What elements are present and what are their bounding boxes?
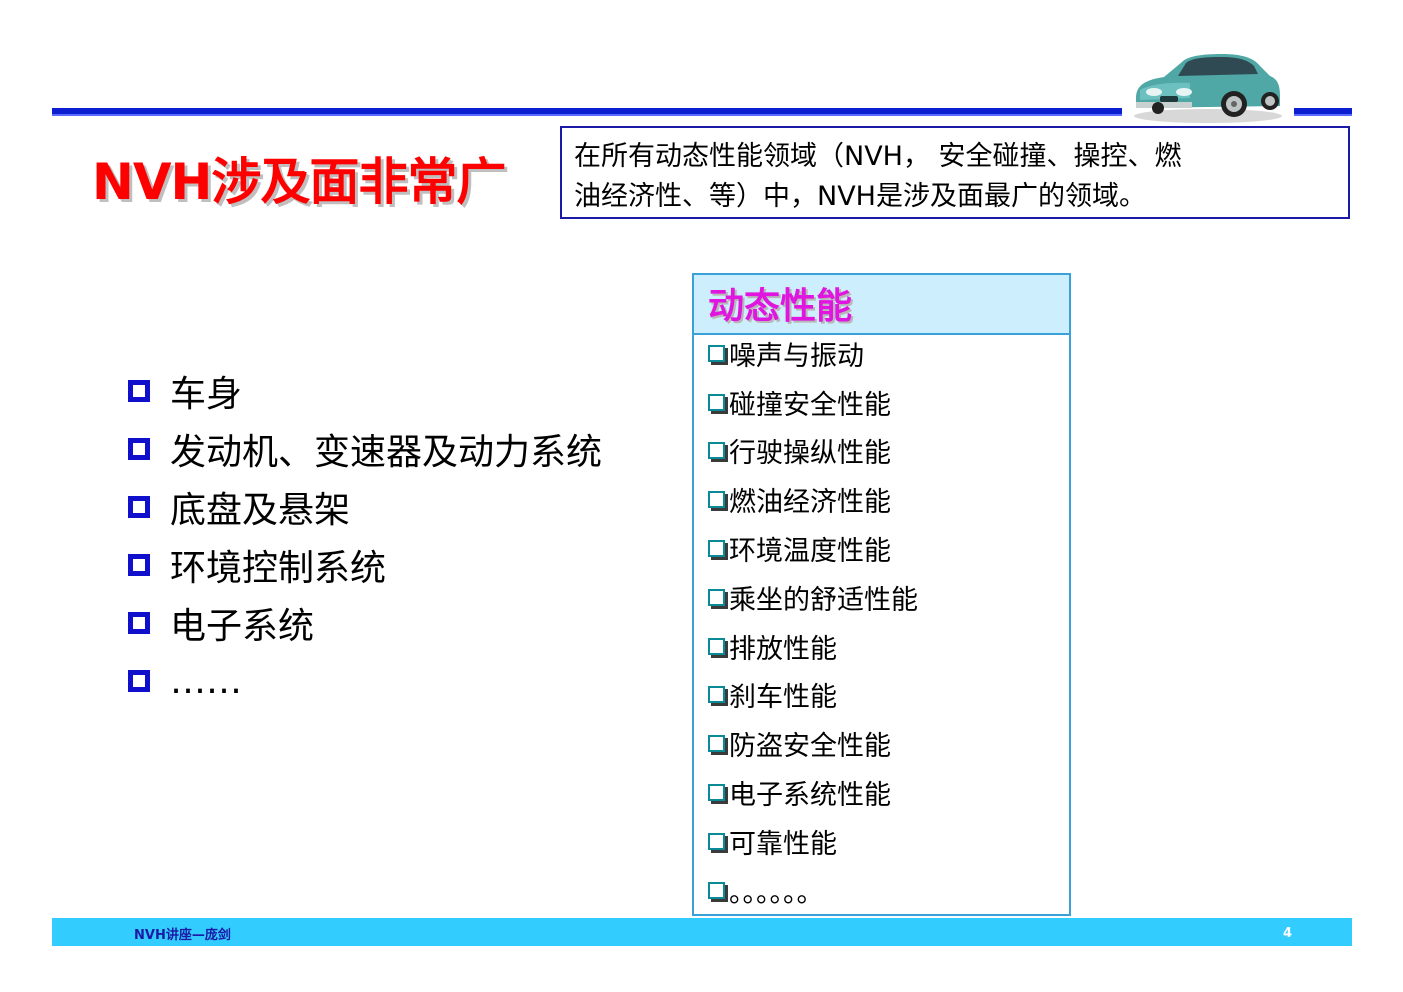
list-item: 发动机、变速器及动力系统 — [128, 420, 602, 478]
panel-list-item: 环境温度性能 — [708, 524, 1069, 573]
list-item: …… — [128, 652, 602, 710]
checkbox-bullet-icon — [708, 881, 725, 899]
list-item: 电子系统 — [128, 594, 602, 652]
car-illustration — [1134, 54, 1282, 123]
checkbox-bullet-icon — [708, 540, 725, 558]
panel-item-label: 环境温度性能 — [729, 536, 891, 568]
panel-list-item: 刹车性能 — [708, 671, 1069, 720]
panel-list-item: 。。。。。。 — [708, 866, 1069, 915]
slide: NVH涉及面非常广 在所有动态性能领域（NVH， 安全碰撞、操控、燃 油经济性、… — [0, 0, 1403, 992]
footer-author: NVH讲座—庞剑 — [134, 928, 231, 943]
checkbox-bullet-icon — [708, 735, 725, 753]
panel-item-label: 刹车性能 — [729, 682, 837, 714]
list-item-label: 车身 — [170, 374, 243, 415]
square-bullet-icon — [128, 380, 150, 402]
callout-line-1: 在所有动态性能领域（NVH， 安全碰撞、操控、燃 — [574, 141, 1182, 172]
square-bullet-icon — [128, 496, 150, 518]
list-item-label: 底盘及悬架 — [170, 490, 351, 531]
callout-line-2: 油经济性、等）中，NVH是涉及面最广的领域。 — [574, 181, 1146, 212]
panel-list-item: 燃油经济性能 — [708, 475, 1069, 524]
panel-list-item: 碰撞安全性能 — [708, 378, 1069, 427]
checkbox-bullet-icon — [708, 686, 725, 704]
panel-item-label: 碰撞安全性能 — [729, 389, 891, 421]
checkbox-bullet-icon — [708, 832, 725, 850]
panel-item-label: 。。。。。。 — [729, 877, 824, 909]
panel-title: 动态性能 — [694, 275, 1069, 335]
panel-item-label: 电子系统性能 — [729, 780, 891, 812]
top-rule-right — [1294, 108, 1352, 116]
dynamic-performance-panel: 动态性能 噪声与振动 碰撞安全性能 行驶操纵性能 燃油经济性能 环境温度性能 乘… — [692, 273, 1071, 916]
panel-item-label: 行驶操纵性能 — [729, 438, 891, 470]
panel-item-label: 可靠性能 — [729, 828, 837, 860]
panel-item-label: 排放性能 — [729, 633, 837, 665]
page-number: 4 — [1282, 926, 1292, 941]
checkbox-bullet-icon — [708, 344, 725, 362]
list-item: 底盘及悬架 — [128, 478, 602, 536]
top-rule-left — [52, 108, 1122, 116]
page-title: NVH涉及面非常广 — [92, 153, 506, 211]
panel-list: 噪声与振动 碰撞安全性能 行驶操纵性能 燃油经济性能 环境温度性能 乘坐的舒适性… — [694, 329, 1069, 915]
panel-list-item: 可靠性能 — [708, 817, 1069, 866]
callout-box: 在所有动态性能领域（NVH， 安全碰撞、操控、燃 油经济性、等）中，NVH是涉及… — [560, 126, 1350, 219]
list-item: 车身 — [128, 362, 602, 420]
list-item-label: 电子系统 — [170, 606, 315, 647]
panel-item-label: 防盗安全性能 — [729, 731, 891, 763]
square-bullet-icon — [128, 670, 150, 692]
checkbox-bullet-icon — [708, 491, 725, 509]
checkbox-bullet-icon — [708, 393, 725, 411]
panel-item-label: 燃油经济性能 — [729, 487, 891, 519]
square-bullet-icon — [128, 554, 150, 576]
checkbox-bullet-icon — [708, 588, 725, 606]
panel-list-item: 噪声与振动 — [708, 329, 1069, 378]
main-bullet-list: 车身 发动机、变速器及动力系统 底盘及悬架 环境控制系统 电子系统 …… — [128, 362, 602, 710]
checkbox-bullet-icon — [708, 637, 725, 655]
footer-bar: NVH讲座—庞剑 4 — [52, 918, 1352, 946]
panel-list-item: 排放性能 — [708, 622, 1069, 671]
list-item-label: …… — [170, 660, 242, 702]
checkbox-bullet-icon — [708, 784, 725, 802]
list-item-label: 环境控制系统 — [170, 548, 387, 589]
panel-list-item: 乘坐的舒适性能 — [708, 573, 1069, 622]
list-item: 环境控制系统 — [128, 536, 602, 594]
panel-item-label: 乘坐的舒适性能 — [729, 584, 918, 616]
list-item-label: 发动机、变速器及动力系统 — [170, 432, 603, 473]
square-bullet-icon — [128, 612, 150, 634]
panel-list-item: 行驶操纵性能 — [708, 427, 1069, 476]
panel-list-item: 电子系统性能 — [708, 768, 1069, 817]
panel-item-label: 噪声与振动 — [729, 340, 864, 372]
checkbox-bullet-icon — [708, 442, 725, 460]
square-bullet-icon — [128, 438, 150, 460]
panel-list-item: 防盗安全性能 — [708, 719, 1069, 768]
